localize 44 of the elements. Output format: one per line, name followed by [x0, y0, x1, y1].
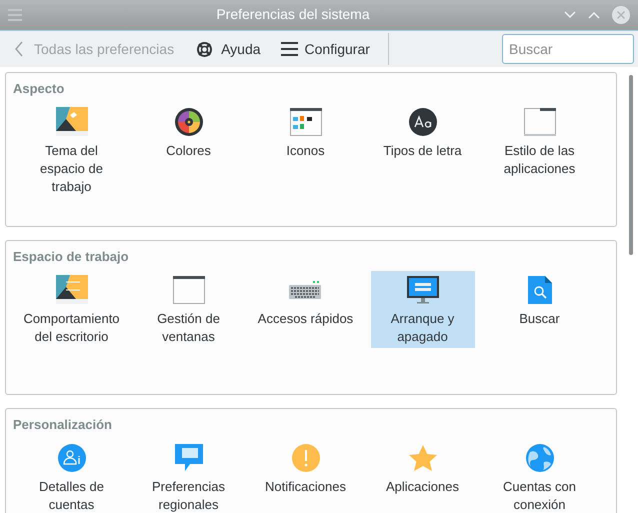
settings-item[interactable]: Tema del espacio de trabajo — [20, 102, 124, 198]
star-icon — [408, 444, 436, 470]
maximize-icon[interactable] — [588, 11, 600, 19]
menu-icon — [280, 42, 298, 56]
settings-item[interactable]: Gestión de ventanas — [136, 270, 240, 348]
window-icon — [524, 108, 556, 136]
settings-item[interactable]: Arranque y apagado — [370, 270, 474, 348]
close-icon[interactable] — [612, 6, 630, 24]
keyboard-icon — [289, 280, 322, 298]
section-title: Personalización — [13, 416, 112, 434]
font-icon — [408, 108, 436, 136]
minimize-icon[interactable] — [564, 11, 576, 19]
settings-item[interactable]: Estilo de las aplicaciones — [488, 102, 592, 198]
scrollbar[interactable] — [629, 75, 633, 255]
settings-item[interactable]: Colores — [148, 102, 228, 198]
window-icon — [172, 276, 204, 304]
settings-item[interactable]: Accesos rápidos — [256, 270, 356, 348]
globe-icon — [526, 444, 554, 472]
warning-icon — [292, 444, 320, 472]
monitor-icon — [406, 276, 438, 304]
search-field[interactable]: Buscar — [502, 34, 634, 64]
settings-item[interactable]: Preferencias regionales — [136, 438, 240, 513]
settings-item[interactable]: Iconos — [266, 102, 346, 198]
settings-item[interactable]: Comportamiento del escritorio — [20, 270, 124, 348]
window-title: Preferencias del sistema — [216, 6, 370, 22]
folder-window-icon — [290, 108, 322, 136]
theme-icon — [56, 106, 88, 136]
file-search-icon — [528, 276, 552, 304]
user-info-icon — [58, 444, 86, 472]
section-title: Aspecto — [13, 80, 64, 98]
configure-button[interactable]: Configurar — [280, 38, 370, 60]
settings-item[interactable]: Cuentas con conexión — [488, 438, 592, 513]
color-wheel-icon — [174, 106, 204, 136]
menu-icon[interactable] — [8, 9, 22, 21]
section-title: Espacio de trabajo — [13, 248, 129, 266]
settings-item[interactable]: Buscar — [500, 270, 580, 348]
settings-item[interactable]: Aplicaciones — [382, 438, 462, 513]
lifebuoy-icon — [196, 40, 214, 58]
speech-bubble-icon — [174, 444, 202, 472]
settings-item[interactable]: Notificaciones — [263, 438, 348, 513]
help-button[interactable]: Ayuda — [196, 38, 261, 60]
settings-item[interactable]: Detalles de cuentas — [20, 438, 124, 513]
settings-item[interactable]: Tipos de letra — [381, 102, 464, 198]
theme-icon — [56, 274, 88, 304]
